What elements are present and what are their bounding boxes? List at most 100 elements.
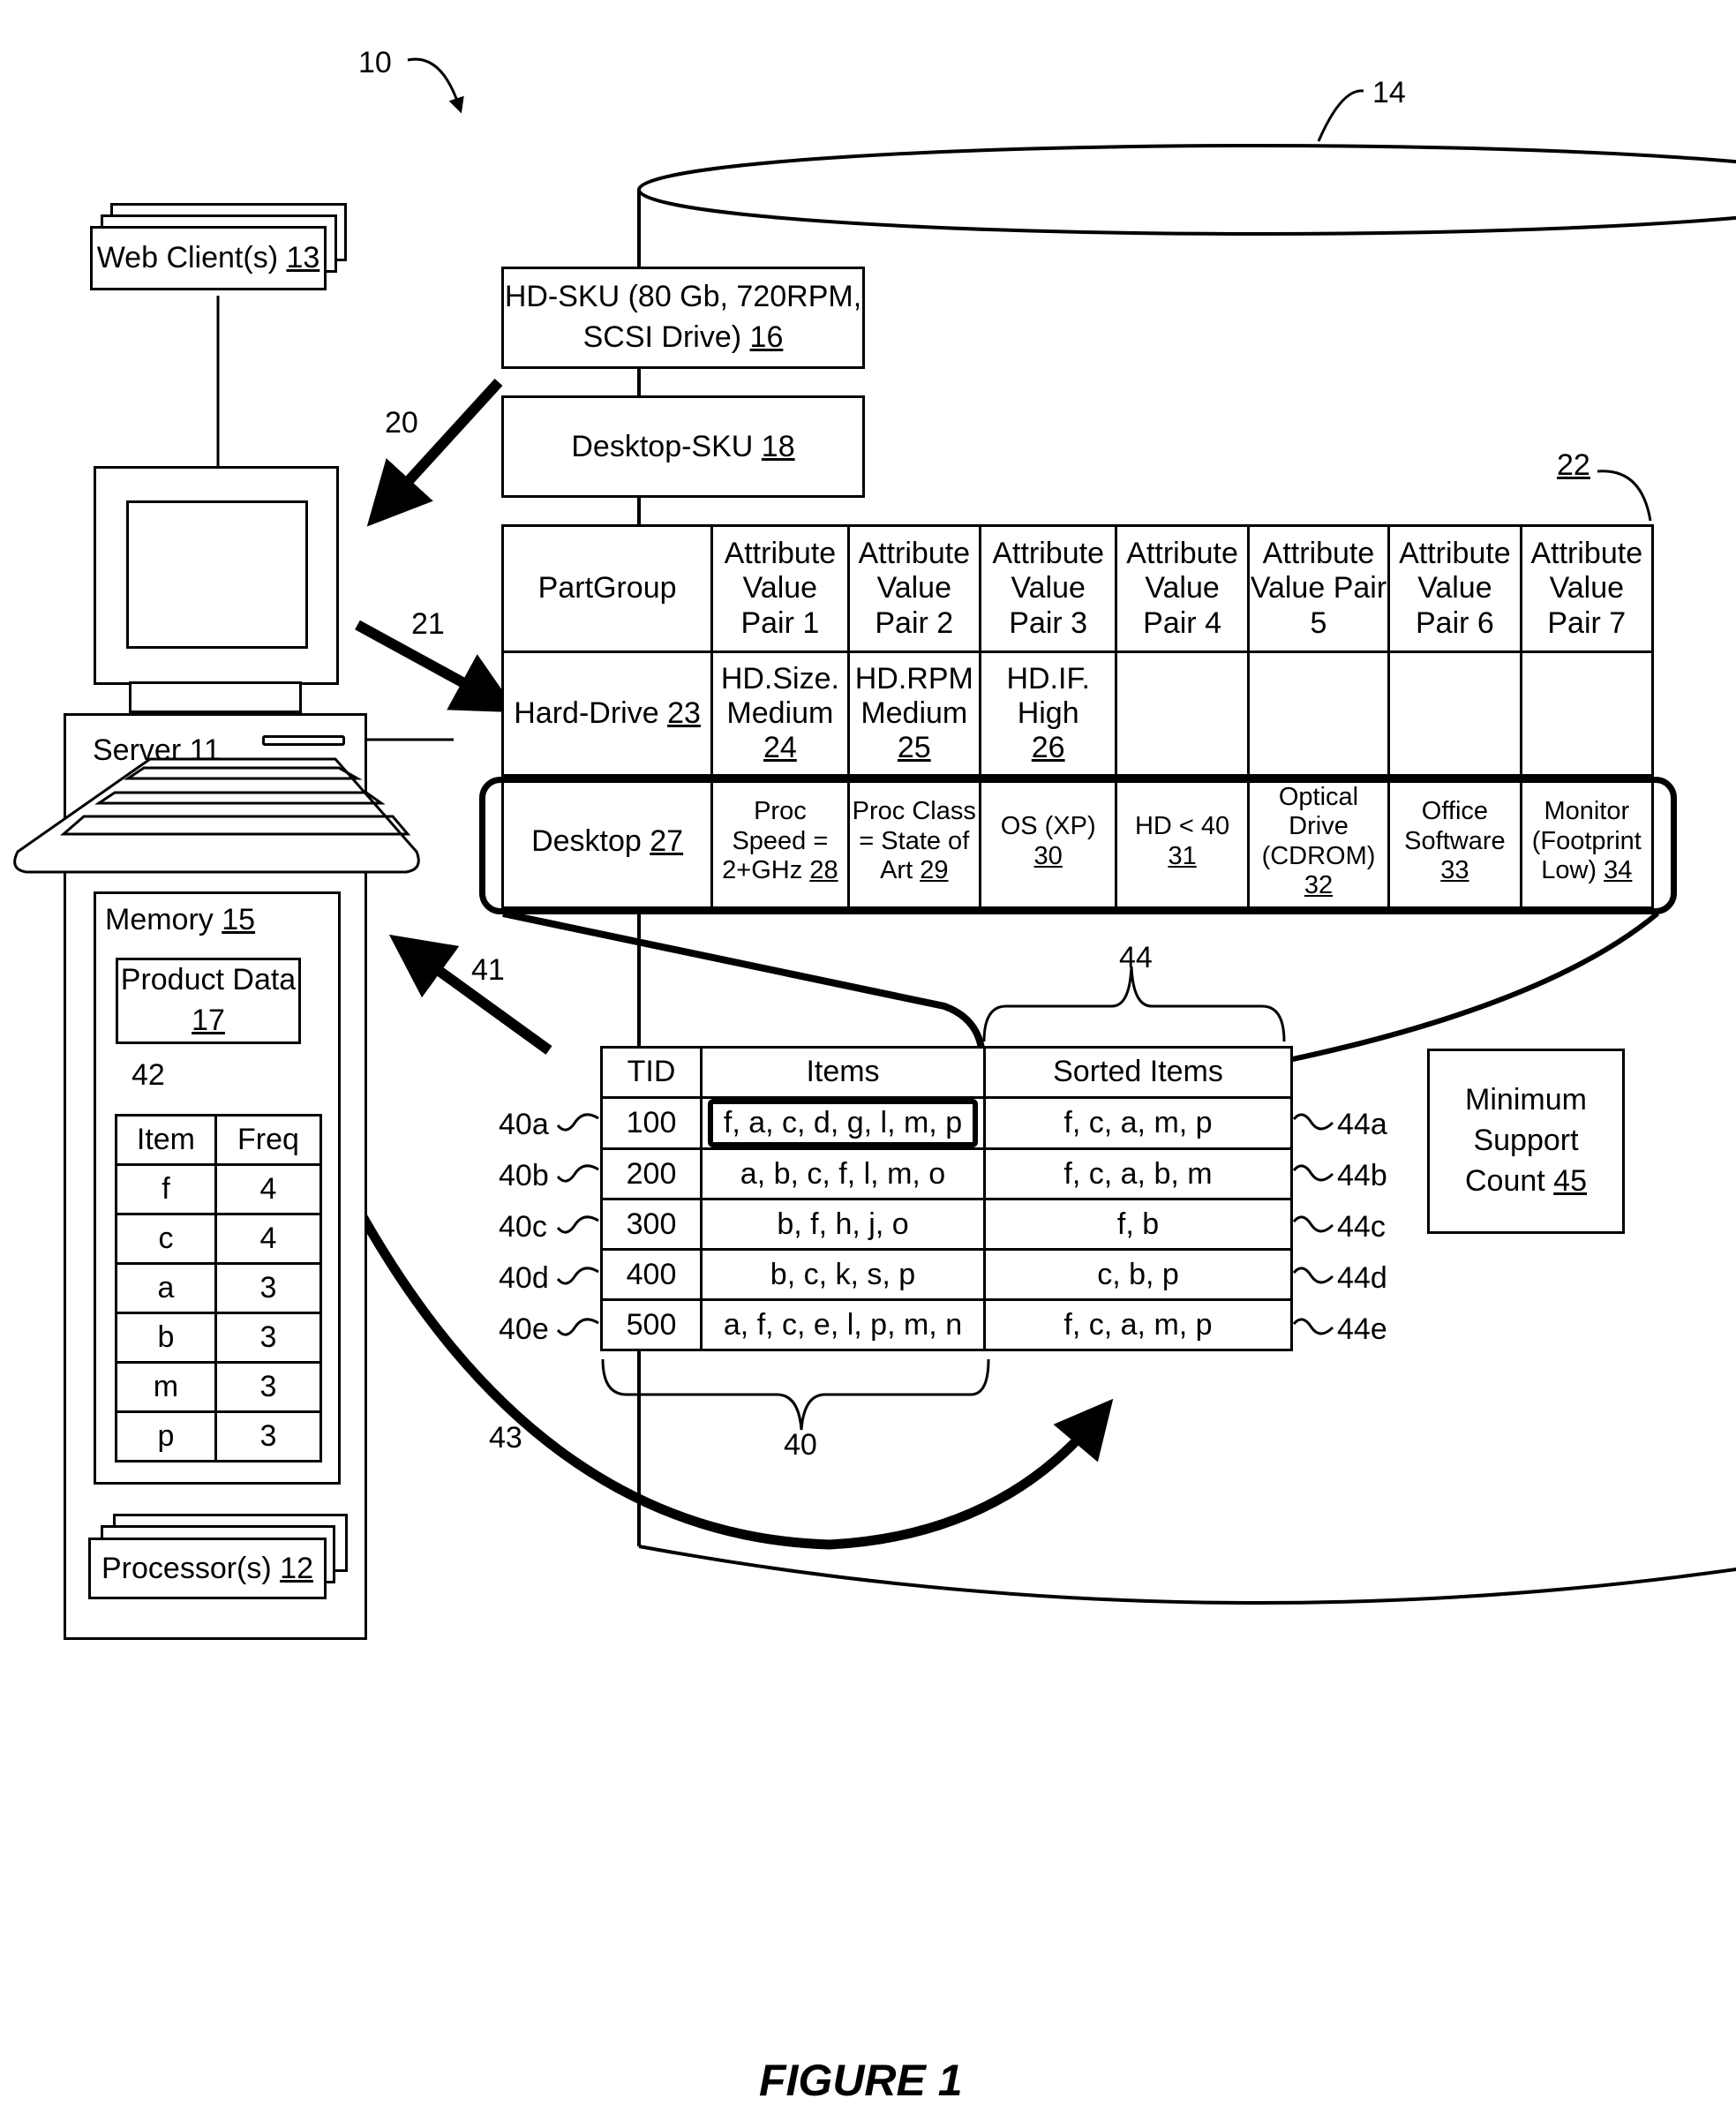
item-cell: a (115, 1262, 217, 1314)
frequency-table-header: Item Freq (115, 1114, 323, 1166)
header-tid: TID (600, 1046, 703, 1099)
desktop-sku-box: Desktop-SKU 18 (501, 395, 865, 498)
partgroup-cell: Hard-Drive 23 (500, 650, 714, 777)
hd-sku-line2: SCSI Drive) (582, 320, 742, 354)
attribute-cell (1246, 650, 1391, 777)
header-pair: Attribute Value Pair 5 (1246, 524, 1391, 653)
header-pair: Attribute Value Pair 4 (1115, 524, 1250, 653)
header-freq: Freq (214, 1114, 323, 1166)
ref-label-14: 14 (1372, 76, 1406, 109)
leader-22 (1597, 470, 1652, 522)
item-cell: f (115, 1163, 217, 1215)
table-row: a3 (115, 1262, 323, 1314)
sorted-cell: f, c, a, m, p (983, 1298, 1293, 1352)
frequency-table: Item Freq f4 c4 a3 b3 m3 p3 (115, 1114, 323, 1463)
min-support-ref: 45 (1553, 1163, 1587, 1198)
leader-14 (1317, 89, 1364, 142)
freq-cell: 3 (214, 1312, 323, 1364)
header-item: Item (115, 1114, 217, 1166)
freq-cell: 3 (214, 1262, 323, 1314)
header-pair: Attribute Value Pair 1 (710, 524, 850, 653)
web-clients-label: Web Client(s) (96, 241, 279, 274)
items-cell: f, a, c, d, g, l, m, p (700, 1095, 986, 1151)
ref-label-40d: 40d (499, 1261, 549, 1295)
min-support-line2: Support (1473, 1124, 1579, 1158)
sorted-cell: f, b (983, 1198, 1293, 1252)
ref-label-44b: 44b (1337, 1159, 1387, 1192)
ref-label-10: 10 (358, 46, 392, 79)
attribute-cell: HD.Size. Medium 24 (710, 650, 850, 777)
table-row: p3 (115, 1410, 323, 1463)
item-cell: p (115, 1410, 217, 1463)
table-row: 100 f, a, c, d, g, l, m, p f, c, a, m, p (600, 1095, 1293, 1151)
header-pair: Attribute Value Pair 6 (1387, 524, 1522, 653)
table-row: b3 (115, 1312, 323, 1364)
attribute-row-hard-drive: Hard-Drive 23 HD.Size. Medium 24 HD.RPM M… (500, 650, 1655, 777)
attribute-cell: HD.IF. High 26 (978, 650, 1118, 777)
product-data-ref: 17 (192, 1004, 225, 1037)
ref-label-41: 41 (471, 953, 505, 987)
ref-label-40b: 40b (499, 1159, 549, 1192)
hd-sku-box: HD-SKU (80 Gb, 720RPM, SCSI Drive) 16 (501, 267, 865, 369)
header-pair: Attribute Value Pair 3 (978, 524, 1118, 653)
hd-sku-line1: HD-SKU (80 Gb, 720RPM, (504, 280, 862, 314)
ref-label-42: 42 (132, 1058, 165, 1092)
monitor-screen (126, 500, 308, 649)
sorted-cell: f, c, a, b, m (983, 1147, 1293, 1201)
min-support-line1: Minimum (1465, 1083, 1587, 1117)
tid-cell: 200 (600, 1147, 703, 1201)
sorted-cell: c, b, p (983, 1248, 1293, 1302)
server-drive-slot (262, 735, 345, 746)
header-pair: Attribute Value Pair 7 (1519, 524, 1655, 653)
processors-box: Processor(s) 12 (88, 1538, 327, 1599)
hd-sku-ref: 16 (749, 320, 784, 354)
ref-label-44: 44 (1119, 941, 1153, 974)
table-row: 400 b, c, k, s, p c, b, p (600, 1248, 1293, 1302)
ref-label-40c: 40c (499, 1210, 547, 1244)
min-support-line3: Count (1464, 1163, 1545, 1198)
items-cell: b, c, k, s, p (700, 1248, 986, 1302)
tid-cell: 400 (600, 1248, 703, 1302)
table-row: 200 a, b, c, f, l, m, o f, c, a, b, m (600, 1147, 1293, 1201)
table-row: 500 a, f, c, e, l, p, m, n f, c, a, m, p (600, 1298, 1293, 1352)
freq-cell: 3 (214, 1361, 323, 1413)
web-clients-box: Web Client(s) 13 (90, 226, 327, 290)
server-label: Server 11 (93, 733, 221, 767)
leader-10 (407, 57, 464, 114)
table-row: m3 (115, 1361, 323, 1413)
tid-cell: 100 (600, 1095, 703, 1151)
highlighted-items: f, a, c, d, g, l, m, p (707, 1099, 979, 1148)
desktop-sku-ref: 18 (761, 429, 795, 463)
brace-40 (601, 1358, 990, 1431)
ref-label-22: 22 (1557, 448, 1590, 482)
attribute-cell (1115, 650, 1250, 777)
item-cell: c (115, 1213, 217, 1265)
item-cell: b (115, 1312, 217, 1364)
processors-label: Processor(s) (101, 1551, 272, 1585)
tid-cell: 500 (600, 1298, 703, 1352)
brace-44 (982, 966, 1286, 1042)
attribute-cell: HD.RPM Medium 25 (846, 650, 981, 777)
item-cell: m (115, 1361, 217, 1413)
header-sorted-items: Sorted Items (983, 1046, 1293, 1099)
attribute-cell (1519, 650, 1655, 777)
memory-label: Memory 15 (105, 903, 256, 936)
header-partgroup: PartGroup (500, 524, 714, 653)
ref-label-44a: 44a (1337, 1108, 1387, 1141)
ref-label-40a: 40a (499, 1108, 549, 1141)
items-cell: a, f, c, e, l, p, m, n (700, 1298, 986, 1352)
tid-cell: 300 (600, 1198, 703, 1252)
attribute-table-header: PartGroup Attribute Value Pair 1 Attribu… (500, 524, 1655, 653)
ref-label-40e: 40e (499, 1312, 549, 1346)
web-clients-ref: 13 (286, 241, 320, 274)
ref-label-20: 20 (385, 406, 418, 440)
freq-cell: 3 (214, 1410, 323, 1463)
figure-caption: FIGURE 1 (759, 2056, 963, 2105)
product-data-box: Product Data 17 (116, 958, 301, 1044)
table-row: f4 (115, 1163, 323, 1215)
processors-ref: 12 (280, 1551, 313, 1585)
attribute-cell (1387, 650, 1522, 777)
ref-label-21: 21 (411, 607, 445, 641)
monitor-icon (94, 466, 339, 685)
table-row: c4 (115, 1213, 323, 1265)
